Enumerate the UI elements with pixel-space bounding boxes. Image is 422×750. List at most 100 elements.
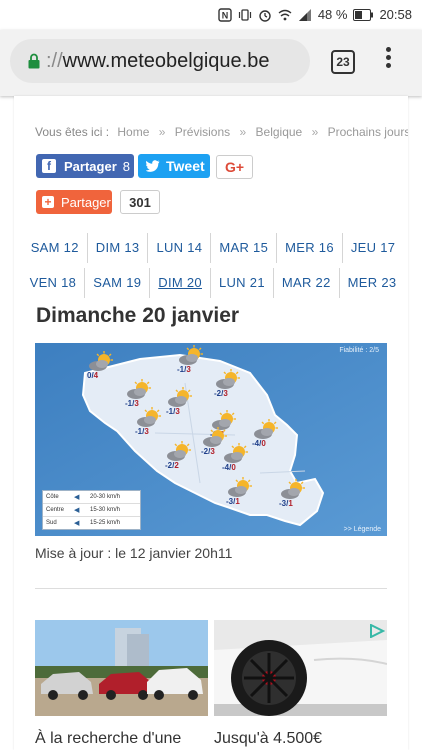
battery-icon — [353, 8, 374, 21]
forecast-point: -1/3 — [135, 407, 167, 439]
wind-zone: Centre — [46, 507, 65, 513]
lock-icon — [28, 53, 40, 69]
update-timestamp: Mise à jour : le 12 janvier 20h11 — [35, 545, 233, 561]
breadcrumb-separator: » — [239, 125, 247, 139]
wheel-photo — [214, 620, 387, 716]
clock: 20:58 — [379, 7, 412, 22]
temperature-label: -1/3 — [166, 407, 180, 416]
temperature-label: -4/0 — [222, 463, 236, 472]
status-bar: N 48 % 20:58 — [0, 0, 422, 30]
wind-row: Sud ◀ 15-25 km/h — [43, 517, 140, 529]
wind-speed: 20-30 km/h — [90, 494, 121, 500]
day-link[interactable]: MAR 15 — [211, 232, 278, 263]
forecast-point: -2/2 — [165, 441, 197, 473]
ad-card-suv[interactable] — [35, 620, 208, 716]
adchoices-icon[interactable] — [369, 624, 385, 638]
wind-row: Côte ◀ 20-30 km/h — [43, 491, 140, 504]
tweet-label: Tweet — [166, 158, 205, 174]
sun-cloud-icon — [228, 477, 252, 497]
day-link[interactable]: MAR 22 — [274, 267, 340, 298]
facebook-share-button[interactable]: f Partager 8 — [36, 154, 134, 178]
day-link[interactable]: JEU 17 — [343, 233, 403, 263]
breadcrumb-belgique[interactable]: Belgique — [256, 125, 303, 139]
google-plus-button[interactable]: G+ — [216, 155, 253, 179]
breadcrumb-separator: » — [158, 125, 166, 139]
breadcrumb-prochains-jours[interactable]: Prochains jours — [328, 125, 408, 139]
breadcrumb-previsions[interactable]: Prévisions — [175, 125, 230, 139]
day-link[interactable]: SAM 19 — [85, 267, 151, 298]
temperature-label: -4/0 — [252, 439, 266, 448]
breadcrumb: Vous êtes ici : Home » Prévisions » Belg… — [35, 125, 408, 139]
page-content: Vous êtes ici : Home » Prévisions » Belg… — [14, 96, 408, 750]
battery-percent: 48 % — [317, 7, 348, 22]
temperature-label: -3/1 — [279, 499, 293, 508]
breadcrumb-separator: » — [311, 125, 319, 139]
day-link-active[interactable]: DIM 20 — [150, 267, 211, 298]
ad-card-car-wheel[interactable] — [214, 620, 387, 716]
facebook-icon: f — [42, 159, 56, 173]
day-link[interactable]: VEN 18 — [22, 267, 86, 298]
forecast-point: 0/4 — [87, 351, 119, 383]
forecast-map[interactable]: Fiabilité : 2/5 0/4 -1/3 -1/3 -2/3 -1/3 -1/3-… — [35, 343, 387, 536]
temperature-label: -2/3 — [201, 447, 215, 456]
breadcrumb-prefix: Vous êtes ici : — [35, 125, 110, 139]
temperature-label: -2/2 — [165, 461, 179, 470]
sun-cloud-icon — [89, 351, 113, 371]
wind-zone: Sud — [46, 520, 57, 526]
day-link[interactable]: MER 16 — [277, 232, 343, 263]
wind-speed: 15-30 km/h — [90, 507, 121, 513]
breadcrumb-home[interactable]: Home — [117, 125, 149, 139]
overflow-menu-button[interactable] — [383, 47, 393, 75]
ad-caption[interactable]: À la recherche d'une — [35, 730, 181, 748]
day-link[interactable]: LUN 21 — [211, 267, 274, 298]
temperature-label: -3/1 — [226, 497, 240, 506]
day-link[interactable]: LUN 14 — [148, 232, 212, 263]
facebook-share-label: Partager — [64, 158, 117, 174]
svg-text:N: N — [222, 10, 229, 20]
browser-toolbar: ://www.meteobelgique.be 23 — [0, 30, 422, 96]
temperature-label: -2/3 — [214, 389, 228, 398]
forecast-point: -4/0 — [252, 419, 284, 451]
forecast-point: -1/3 — [177, 345, 209, 377]
page-title: Dimanche 20 janvier — [36, 304, 240, 327]
temperature-label: 0/4 — [87, 371, 99, 380]
wind-row: Centre ◀ 15-30 km/h — [43, 504, 140, 517]
sun-cloud-icon — [254, 419, 278, 439]
day-link[interactable]: MER 23 — [340, 268, 405, 298]
alarm-icon — [259, 9, 271, 22]
ad-caption[interactable]: Jusqu'à 4.500€ — [214, 730, 322, 748]
wind-arrow-icon: ◀ — [74, 520, 80, 527]
forecast-point: -2/3 — [214, 369, 246, 401]
wifi-icon — [278, 9, 292, 20]
wind-arrow-icon: ◀ — [74, 494, 80, 501]
forecast-point: -3/1 — [226, 477, 258, 509]
vibrate-icon — [238, 8, 251, 21]
address-bar[interactable]: ://www.meteobelgique.be — [10, 39, 310, 83]
temperature-label: -1/3 — [135, 427, 149, 436]
sun-cloud-icon — [168, 387, 192, 407]
sun-cloud-icon — [167, 441, 191, 461]
twitter-bird-icon — [146, 160, 160, 172]
legend-link[interactable]: >> Légende — [344, 526, 381, 533]
tab-switcher-button[interactable]: 23 — [331, 50, 355, 74]
sun-cloud-icon — [281, 479, 305, 499]
wind-speed: 15-25 km/h — [90, 520, 121, 526]
day-link[interactable]: DIM 13 — [88, 232, 149, 263]
url-scheme: :// — [46, 49, 63, 72]
sun-cloud-icon — [127, 379, 151, 399]
url-host: www.meteobelgique.be — [62, 49, 270, 72]
addthis-share-button[interactable]: + Partager — [36, 190, 112, 214]
tweet-button[interactable]: Tweet — [138, 154, 210, 178]
share-label: Partager — [61, 194, 111, 210]
divider — [35, 588, 387, 589]
day-link[interactable]: SAM 12 — [23, 232, 88, 263]
sun-cloud-icon — [137, 407, 161, 427]
wind-zone: Côte — [46, 494, 59, 500]
plus-icon: + — [42, 196, 54, 208]
wind-arrow-icon: ◀ — [74, 507, 80, 514]
day-selector: SAM 12 DIM 13 LUN 14 MAR 15 MER 16 JEU 1… — [28, 230, 398, 300]
facebook-share-count: 8 — [122, 158, 130, 174]
sun-cloud-icon — [179, 345, 203, 365]
reliability-label: Fiabilité : 2/5 — [339, 347, 379, 354]
temperature-label: -1/3 — [177, 365, 191, 374]
